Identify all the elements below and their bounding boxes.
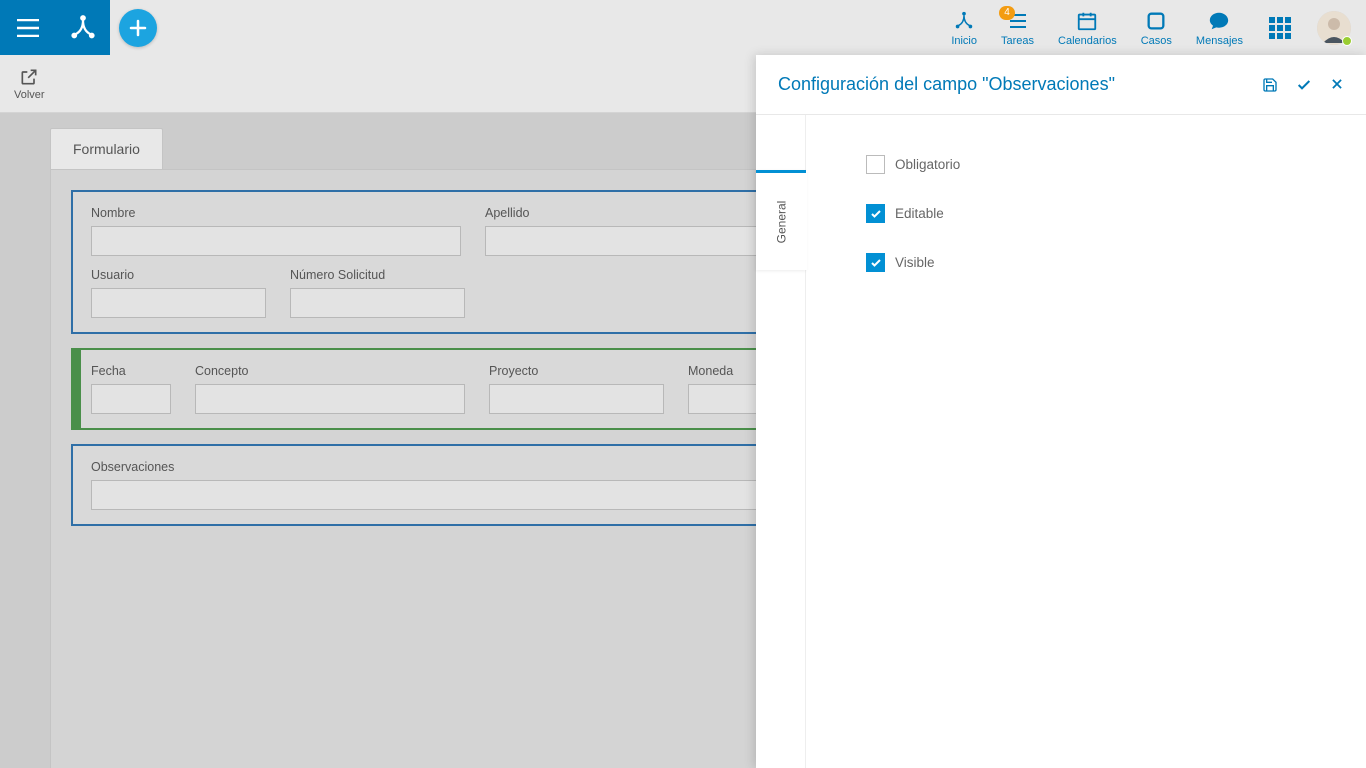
field-proyecto[interactable]: Proyecto [489, 364, 664, 414]
label-fecha: Fecha [91, 364, 171, 378]
check-icon [870, 257, 882, 269]
logo-icon [68, 13, 98, 43]
field-usuario[interactable]: Usuario [91, 268, 266, 318]
top-bar: Inicio 4 Tareas Calendarios Casos Mensaj… [0, 0, 1366, 55]
nav-calendarios[interactable]: Calendarios [1048, 0, 1127, 55]
checkbox-obligatorio[interactable] [866, 155, 885, 174]
tab-general-label: General [774, 200, 788, 243]
status-indicator [1342, 36, 1352, 46]
top-bar-right: Inicio 4 Tareas Calendarios Casos Mensaj… [941, 0, 1366, 55]
add-button-wrap [110, 0, 165, 55]
option-obligatorio[interactable]: Obligatorio [866, 155, 1306, 174]
user-avatar[interactable] [1317, 11, 1351, 45]
input-fecha[interactable] [91, 384, 171, 414]
nav-casos[interactable]: Casos [1131, 0, 1182, 55]
label-editable: Editable [895, 206, 944, 221]
label-usuario: Usuario [91, 268, 266, 282]
close-button[interactable] [1330, 77, 1344, 93]
back-button[interactable]: Volver [14, 67, 45, 101]
apps-button[interactable] [1257, 17, 1303, 39]
nav-mensajes-label: Mensajes [1196, 35, 1243, 47]
plus-icon [128, 18, 148, 38]
label-numero-solicitud: Número Solicitud [290, 268, 465, 282]
label-visible: Visible [895, 255, 935, 270]
label-obligatorio: Obligatorio [895, 157, 960, 172]
checkbox-editable[interactable] [866, 204, 885, 223]
apply-button[interactable] [1296, 77, 1312, 93]
cases-icon [1145, 10, 1167, 32]
label-proyecto: Proyecto [489, 364, 664, 378]
field-numero-solicitud[interactable]: Número Solicitud [290, 268, 465, 318]
option-editable[interactable]: Editable [866, 204, 1306, 223]
panel-header: Configuración del campo "Observaciones" [756, 55, 1366, 115]
input-numero-solicitud[interactable] [290, 288, 465, 318]
nav-casos-label: Casos [1141, 35, 1172, 47]
panel-content: Obligatorio Editable Visible [806, 115, 1366, 768]
input-concepto[interactable] [195, 384, 465, 414]
panel-body: General Obligatorio Editable Visible [756, 115, 1366, 768]
panel-title: Configuración del campo "Observaciones" [778, 74, 1262, 95]
add-button[interactable] [119, 9, 157, 47]
back-label: Volver [14, 89, 45, 101]
tab-formulario[interactable]: Formulario [50, 128, 163, 169]
tareas-badge: 4 [999, 6, 1015, 20]
nav-inicio-label: Inicio [951, 35, 977, 47]
nav-tareas[interactable]: 4 Tareas [991, 0, 1044, 55]
close-icon [1330, 77, 1344, 91]
field-fecha[interactable]: Fecha [91, 364, 171, 414]
input-usuario[interactable] [91, 288, 266, 318]
check-icon [870, 208, 882, 220]
nav-mensajes[interactable]: Mensajes [1186, 0, 1253, 55]
label-nombre: Nombre [91, 206, 461, 220]
option-visible[interactable]: Visible [866, 253, 1306, 272]
input-nombre[interactable] [91, 226, 461, 256]
checkbox-visible[interactable] [866, 253, 885, 272]
field-concepto[interactable]: Concepto [195, 364, 465, 414]
nav-inicio[interactable]: Inicio [941, 0, 987, 55]
save-button[interactable] [1262, 77, 1278, 93]
nav-calendarios-label: Calendarios [1058, 35, 1117, 47]
save-icon [1262, 77, 1278, 93]
panel-actions [1262, 77, 1344, 93]
field-nombre[interactable]: Nombre [91, 206, 461, 256]
config-panel: Configuración del campo "Observaciones" … [756, 55, 1366, 768]
hamburger-icon [17, 19, 39, 37]
label-concepto: Concepto [195, 364, 465, 378]
logo [55, 0, 110, 55]
chat-icon [1207, 10, 1231, 32]
input-proyecto[interactable] [489, 384, 664, 414]
tab-general[interactable]: General [756, 170, 806, 270]
panel-side-tabs: General [756, 115, 806, 768]
menu-button[interactable] [0, 0, 55, 55]
top-bar-left [0, 0, 165, 55]
calendar-icon [1075, 10, 1099, 32]
nav-tareas-label: Tareas [1001, 35, 1034, 47]
external-link-icon [19, 67, 39, 87]
home-icon [952, 10, 976, 32]
check-icon [1296, 77, 1312, 93]
